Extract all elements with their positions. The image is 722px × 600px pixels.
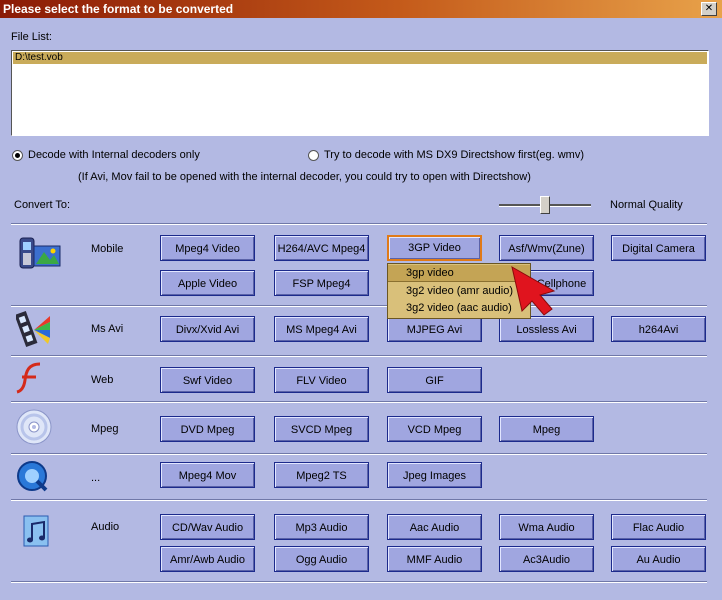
format-button-aac-audio[interactable]: Aac Audio: [387, 514, 482, 540]
format-button-h264-avc-mpeg4[interactable]: H264/AVC Mpeg4: [274, 235, 369, 261]
separator: [11, 499, 707, 501]
format-button-mpeg4-video[interactable]: Mpeg4 Video: [160, 235, 255, 261]
close-button[interactable]: ✕: [701, 2, 717, 16]
format-button-wma-audio[interactable]: Wma Audio: [499, 514, 594, 540]
separator: [11, 355, 707, 357]
format-button-asf-wmv-zune[interactable]: Asf/Wmv(Zune): [499, 235, 594, 261]
format-button-au-audio[interactable]: Au Audio: [611, 546, 706, 572]
separator: [11, 305, 707, 307]
format-button-apple-video[interactable]: Apple Video: [160, 270, 255, 296]
format-button-mjpeg-avi[interactable]: MJPEG Avi: [387, 316, 482, 342]
category-label-web: Web: [91, 374, 114, 386]
film-strip-icon: [16, 310, 50, 348]
separator: [11, 223, 707, 225]
file-list[interactable]: D:\test.vob: [11, 50, 709, 136]
format-button-mpeg2-ts[interactable]: Mpeg2 TS: [274, 462, 369, 488]
format-button-divx-xvid-avi[interactable]: Divx/Xvid Avi: [160, 316, 255, 342]
decode-directshow-label[interactable]: Try to decode with MS DX9 Directshow fir…: [324, 149, 584, 161]
category-label-other: ...: [91, 472, 101, 484]
format-button-mp3-audio[interactable]: Mp3 Audio: [274, 514, 369, 540]
format-button-flac-audio[interactable]: Flac Audio: [611, 514, 706, 540]
file-list-label: File List:: [11, 31, 52, 43]
decode-hint: (If Avi, Mov fail to be opened with the …: [78, 171, 531, 183]
category-label-mpeg: Mpeg: [91, 423, 119, 435]
music-note-icon: [23, 515, 49, 547]
format-button-ogg-audio[interactable]: Ogg Audio: [274, 546, 369, 572]
format-button-lossless-avi[interactable]: Lossless Avi: [499, 316, 594, 342]
category-label-msavi: Ms Avi: [91, 323, 124, 335]
format-button-mpeg4-mov[interactable]: Mpeg4 Mov: [160, 462, 255, 488]
decode-directshow-radio[interactable]: [308, 150, 319, 161]
flash-icon: [16, 362, 41, 394]
format-button-h264avi[interactable]: h264Avi: [611, 316, 706, 342]
separator: [11, 401, 707, 403]
window-title: Please select the format to be converted: [3, 2, 234, 16]
format-button-fsp-mpeg4[interactable]: FSP Mpeg4: [274, 270, 369, 296]
disc-icon: [16, 409, 52, 445]
format-button-amr-awb-audio[interactable]: Amr/Awb Audio: [160, 546, 255, 572]
separator: [11, 581, 707, 583]
format-button-gif[interactable]: GIF: [387, 367, 482, 393]
file-list-item[interactable]: D:\test.vob: [13, 52, 707, 64]
format-button-digital-camera[interactable]: Digital Camera: [611, 235, 706, 261]
category-label-audio: Audio: [91, 521, 120, 533]
format-button-vcd-mpeg[interactable]: VCD Mpeg: [387, 416, 482, 442]
quality-label: Normal Quality: [610, 199, 683, 211]
format-button-mpeg[interactable]: Mpeg: [499, 416, 594, 442]
format-button-ms-mpeg4-avi[interactable]: MS Mpeg4 Avi: [274, 316, 369, 342]
format-button-svcd-mpeg[interactable]: SVCD Mpeg: [274, 416, 369, 442]
format-button-cd-wav-audio[interactable]: CD/Wav Audio: [160, 514, 255, 540]
format-button-dvd-mpeg[interactable]: DVD Mpeg: [160, 416, 255, 442]
quality-slider-thumb[interactable]: [540, 196, 550, 214]
format-button-jpeg-images[interactable]: Jpeg Images: [387, 462, 482, 488]
format-button-mmf-audio[interactable]: MMF Audio: [387, 546, 482, 572]
decode-internal-radio[interactable]: [12, 150, 23, 161]
separator: [11, 453, 707, 455]
format-button-swf-video[interactable]: Swf Video: [160, 367, 255, 393]
format-button-ac3audio[interactable]: Ac3Audio: [499, 546, 594, 572]
title-bar: Please select the format to be converted…: [0, 0, 722, 18]
convert-to-label: Convert To:: [14, 199, 71, 211]
quicktime-icon: [17, 461, 48, 492]
decode-internal-label[interactable]: Decode with Internal decoders only: [28, 149, 200, 161]
format-button-3gp-video[interactable]: 3GP Video: [387, 235, 482, 261]
pointer-arrow-icon: [511, 266, 556, 316]
mobile-phone-icon: [19, 237, 61, 269]
format-button-flv-video[interactable]: FLV Video: [274, 367, 369, 393]
category-label-mobile: Mobile: [91, 243, 124, 255]
